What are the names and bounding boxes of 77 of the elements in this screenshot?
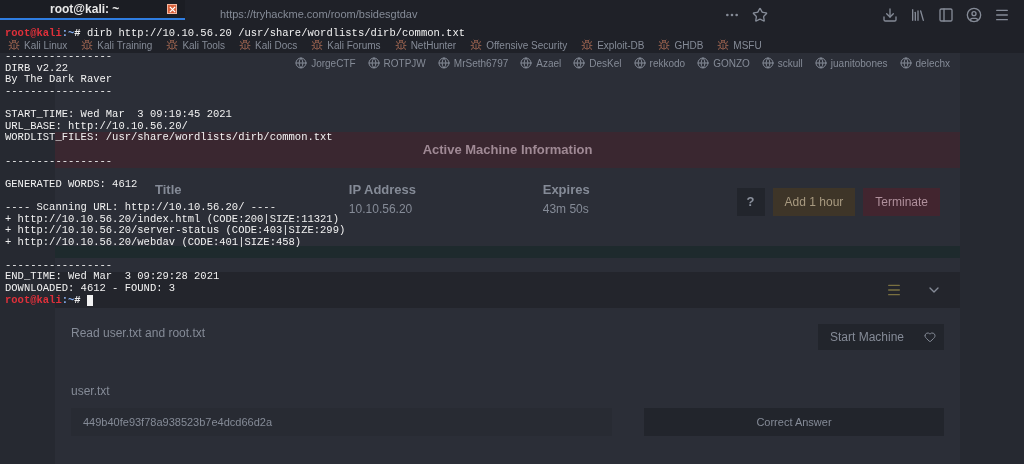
user-avatar-icon xyxy=(899,57,912,69)
bookmark-link[interactable]: Kali Linux xyxy=(24,39,68,51)
output-line: START_TIME: Wed Mar 3 09:19:45 2021 xyxy=(5,108,232,121)
output-line: DOWNLOADED: 4612 - FOUND: 3 xyxy=(5,282,176,295)
user-avatar-icon xyxy=(761,57,774,69)
terminate-button[interactable]: Terminate xyxy=(863,188,940,216)
library-icon[interactable] xyxy=(910,6,926,23)
user-name[interactable]: JorgeCTF xyxy=(311,55,356,71)
user-name[interactable]: ROTPJW xyxy=(383,55,426,71)
bookmark-link[interactable]: MSFU xyxy=(733,39,762,51)
account-icon[interactable] xyxy=(966,6,982,23)
prompt-user: root@kali xyxy=(5,28,62,40)
user-name[interactable]: MrSeth6797 xyxy=(453,55,509,71)
start-machine-button[interactable]: Start Machine xyxy=(817,324,944,350)
user-name[interactable]: DesKel xyxy=(589,55,622,71)
bookmark-link[interactable]: Kali Forums xyxy=(327,39,381,51)
prompt-symbol: # xyxy=(74,28,82,40)
user-name[interactable]: rekkodo xyxy=(649,55,686,71)
bookmark-link[interactable]: Kali Training xyxy=(97,39,153,51)
user-avatar-icon xyxy=(520,57,533,69)
user-avatar-icon xyxy=(367,57,380,69)
prompt-symbol: # xyxy=(74,294,82,307)
list-icon xyxy=(886,282,902,298)
question-label: user.txt xyxy=(71,383,111,400)
user-avatar-icon xyxy=(437,57,450,69)
output-line: ----------------- xyxy=(5,84,113,97)
output-line: + http://10.10.56.20/server-status (CODE:403|SIZE:299) xyxy=(5,224,346,237)
bookmark-link[interactable]: GHDB xyxy=(674,39,704,51)
user-avatar-icon xyxy=(295,57,308,69)
download-icon[interactable] xyxy=(882,6,898,23)
star-icon[interactable] xyxy=(752,6,768,23)
bookmark-link[interactable]: Offensive Security xyxy=(486,39,568,51)
user-avatar-icon xyxy=(697,57,710,69)
user-avatar-icon xyxy=(633,57,646,69)
output-line: + http://10.10.56.20/webdav (CODE:401|SIZE:458) xyxy=(5,235,302,248)
user-name[interactable]: Azael xyxy=(536,55,562,71)
terminal-tab[interactable]: root@kali: ~ xyxy=(0,0,185,20)
user-name[interactable]: sckull xyxy=(777,55,803,71)
field-label: Expires xyxy=(542,181,590,199)
field-value: 43m 50s xyxy=(542,200,589,218)
answer-field[interactable]: 449b40fe93f78a938523b7e4dcd66d2a xyxy=(71,408,612,436)
output-line: WORDLIST_FILES: /usr/share/wordlists/dirb/common.txt xyxy=(5,131,333,144)
bookmark-link[interactable]: Kali Tools xyxy=(182,39,225,51)
user-name[interactable]: delechx xyxy=(915,55,950,71)
prompt-user: root@kali xyxy=(5,294,62,307)
bookmark-link[interactable]: NetHunter xyxy=(410,39,457,51)
field-value: 10.10.56.20 xyxy=(348,200,413,218)
output-line: ----------------- xyxy=(5,154,113,167)
task-description: Read user.txt and root.txt xyxy=(71,325,206,342)
field-label: Title xyxy=(155,181,182,199)
output-line: + http://10.10.56.20/index.html (CODE:200|SIZE:11321) xyxy=(5,212,339,225)
user-name[interactable]: juanitobones xyxy=(830,55,888,71)
bookmark-link[interactable]: Kali Docs xyxy=(255,39,298,51)
command-text: dirb http://10.10.56.20 /usr/share/wordlists/dirb/common.txt xyxy=(86,28,465,40)
user-avatar-icon xyxy=(573,57,586,69)
help-button[interactable]: ? xyxy=(736,188,765,216)
user-name[interactable]: GONZO xyxy=(713,55,750,71)
bookmark-link[interactable]: Exploit-DB xyxy=(597,39,645,51)
user-avatar-icon xyxy=(814,57,827,69)
sidebar-icon[interactable] xyxy=(938,6,954,23)
output-line: By The Dark Raver xyxy=(5,73,113,86)
heart-icon xyxy=(924,331,936,343)
url-field[interactable]: https://tryhackme.com/room/bsidesgtdav xyxy=(220,6,712,23)
output-line: DIRB v2.22 xyxy=(5,61,68,74)
correct-answer-button[interactable]: Correct Answer xyxy=(644,408,944,436)
output-line: GENERATED WORDS: 4612 xyxy=(5,177,138,190)
tab-title: root@kali: ~ xyxy=(50,1,120,18)
output-line: ----------------- xyxy=(5,50,113,63)
prompt-path: :~ xyxy=(61,294,75,307)
field-label: IP Address xyxy=(348,181,417,199)
output-line: ---- Scanning URL: http://10.10.56.20/ ---- xyxy=(5,200,276,213)
prompt-path: :~ xyxy=(61,28,75,40)
output-line: ----------------- xyxy=(5,258,113,271)
output-line: URL_BASE: http://10.10.56.20/ xyxy=(5,119,188,132)
output-line: END_TIME: Wed Mar 3 09:29:28 2021 xyxy=(5,270,220,283)
add-hour-button[interactable]: Add 1 hour xyxy=(772,188,856,216)
close-icon[interactable] xyxy=(167,4,177,14)
